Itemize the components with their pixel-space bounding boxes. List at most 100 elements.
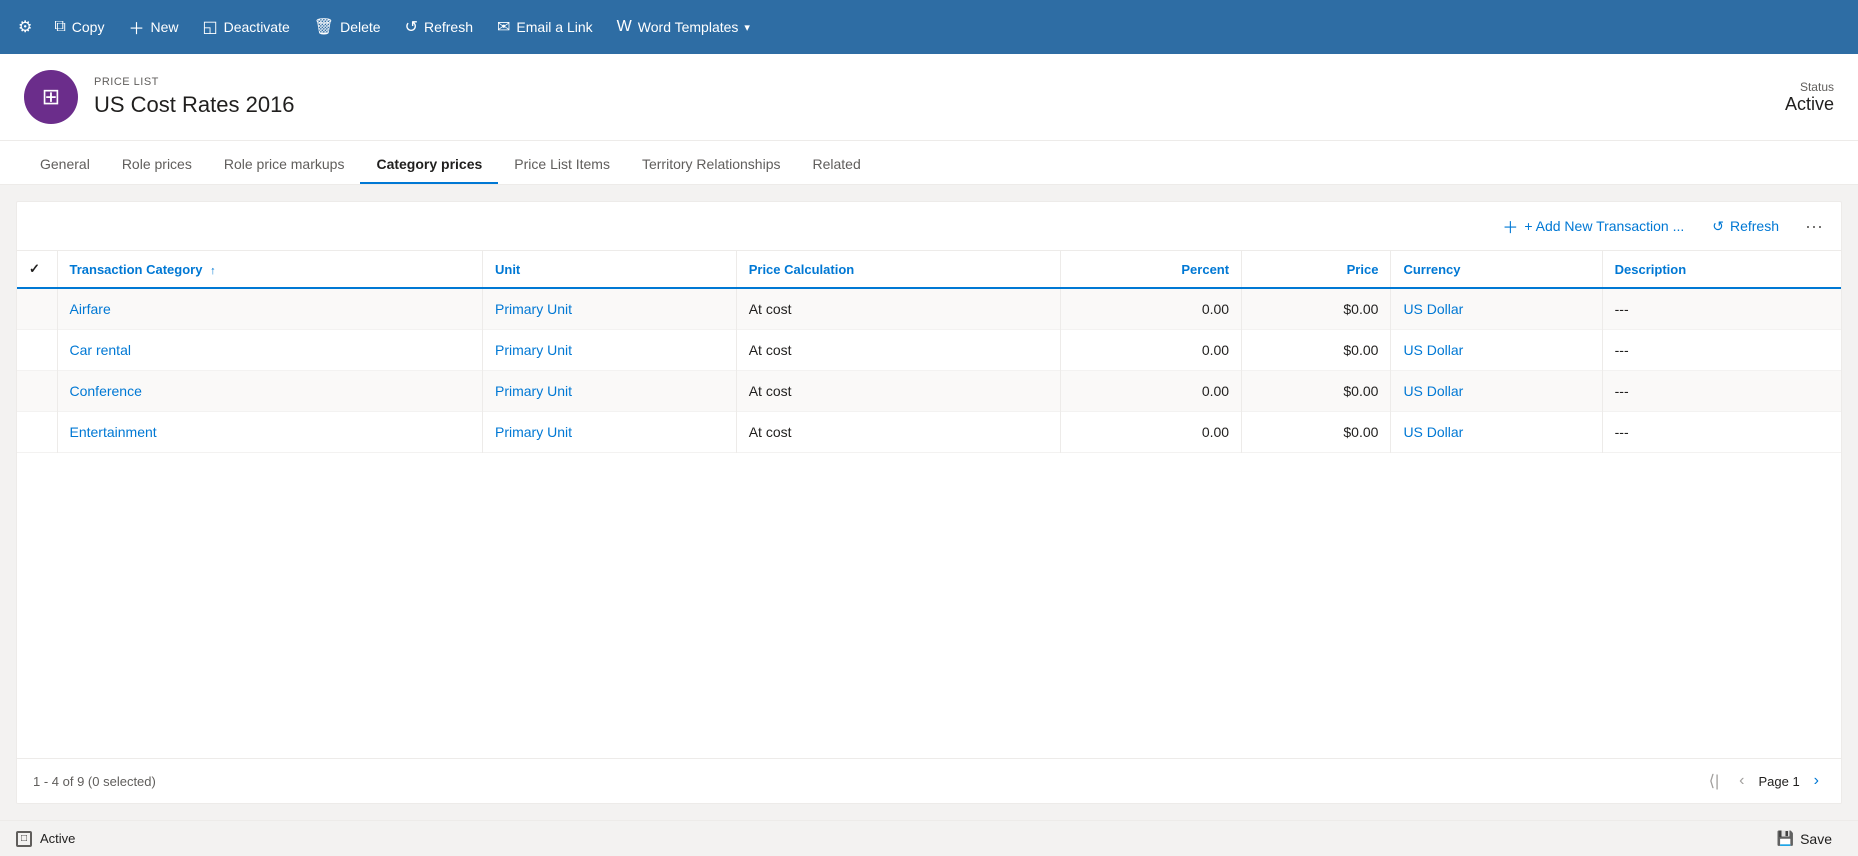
next-page-button[interactable]: › xyxy=(1808,768,1825,794)
status-value: Active xyxy=(1785,94,1834,115)
grid-toolbar: ＋ + Add New Transaction ... ↺ Refresh ··… xyxy=(17,202,1841,251)
data-table: ✓ Transaction Category ↑ Unit Price Calc… xyxy=(17,251,1841,758)
settings-button[interactable]: ⚙ xyxy=(8,11,42,43)
save-label: Save xyxy=(1800,831,1832,847)
row-checkbox[interactable] xyxy=(17,371,57,412)
copy-button[interactable]: ⧉ Copy xyxy=(42,12,116,42)
col-price-calculation[interactable]: Price Calculation xyxy=(736,251,1061,288)
delete-label: Delete xyxy=(340,19,380,35)
grid-footer: 1 - 4 of 9 (0 selected) ⟨| ‹ Page 1 › xyxy=(17,758,1841,803)
row-price: $0.00 xyxy=(1242,330,1391,371)
col-currency[interactable]: Currency xyxy=(1391,251,1602,288)
word-templates-label: Word Templates xyxy=(638,19,739,35)
email-icon: ✉ xyxy=(497,17,510,37)
row-unit[interactable]: Primary Unit xyxy=(482,371,736,412)
record-count: 1 - 4 of 9 (0 selected) xyxy=(33,774,156,789)
tab-role-price-markups[interactable]: Role price markups xyxy=(208,146,361,184)
grid-refresh-button[interactable]: ↺ Refresh xyxy=(1704,214,1787,239)
col-transaction-category[interactable]: Transaction Category ↑ xyxy=(57,251,482,288)
copy-label: Copy xyxy=(72,19,105,35)
deactivate-label: Deactivate xyxy=(224,19,290,35)
new-button[interactable]: ＋ New xyxy=(116,9,190,45)
new-label: New xyxy=(150,19,178,35)
row-description: --- xyxy=(1602,412,1841,453)
main-toolbar: ⚙ ⧉ Copy ＋ New ◱ Deactivate 🗑 Delete ↺ R… xyxy=(0,0,1858,54)
page-label: Page 1 xyxy=(1758,774,1799,789)
deactivate-button[interactable]: ◱ Deactivate xyxy=(191,11,302,43)
settings-icon: ⚙ xyxy=(18,17,32,37)
entity-name: US Cost Rates 2016 xyxy=(94,92,295,118)
pagination: ⟨| ‹ Page 1 › xyxy=(1703,767,1825,795)
row-transaction-category[interactable]: Airfare xyxy=(57,288,482,330)
entity-type: PRICE LIST xyxy=(94,76,295,88)
row-price: $0.00 xyxy=(1242,412,1391,453)
row-price-calculation: At cost xyxy=(736,288,1061,330)
prev-page-button[interactable]: ‹ xyxy=(1733,768,1750,794)
row-transaction-category[interactable]: Entertainment xyxy=(57,412,482,453)
status-bar: □ Active 💾 Save xyxy=(0,820,1858,856)
row-description: --- xyxy=(1602,371,1841,412)
col-price[interactable]: Price xyxy=(1242,251,1391,288)
email-link-label: Email a Link xyxy=(516,19,592,35)
grid-container: ＋ + Add New Transaction ... ↺ Refresh ··… xyxy=(16,201,1842,804)
tab-general[interactable]: General xyxy=(24,146,106,184)
row-unit[interactable]: Primary Unit xyxy=(482,288,736,330)
delete-icon: 🗑 xyxy=(314,17,334,37)
refresh-button[interactable]: ↺ Refresh xyxy=(393,11,485,43)
row-price-calculation: At cost xyxy=(736,412,1061,453)
delete-button[interactable]: 🗑 Delete xyxy=(302,11,393,43)
table-row[interactable]: ConferencePrimary UnitAt cost0.00$0.00US… xyxy=(17,371,1841,412)
table-row[interactable]: EntertainmentPrimary UnitAt cost0.00$0.0… xyxy=(17,412,1841,453)
row-description: --- xyxy=(1602,330,1841,371)
col-unit-label: Unit xyxy=(495,262,520,277)
col-percent[interactable]: Percent xyxy=(1061,251,1242,288)
table-row[interactable]: AirfarePrimary UnitAt cost0.00$0.00US Do… xyxy=(17,288,1841,330)
main-content: ＋ + Add New Transaction ... ↺ Refresh ··… xyxy=(0,185,1858,820)
row-price: $0.00 xyxy=(1242,288,1391,330)
row-checkbox[interactable] xyxy=(17,288,57,330)
row-currency[interactable]: US Dollar xyxy=(1391,330,1602,371)
category-prices-table: ✓ Transaction Category ↑ Unit Price Calc… xyxy=(17,251,1841,453)
col-price-label: Price xyxy=(1347,262,1379,277)
row-checkbox[interactable] xyxy=(17,412,57,453)
email-link-button[interactable]: ✉ Email a Link xyxy=(485,11,605,43)
row-currency[interactable]: US Dollar xyxy=(1391,288,1602,330)
add-new-transaction-button[interactable]: ＋ + Add New Transaction ... xyxy=(1494,210,1692,242)
table-row[interactable]: Car rentalPrimary UnitAt cost0.00$0.00US… xyxy=(17,330,1841,371)
copy-icon: ⧉ xyxy=(54,18,65,36)
row-percent: 0.00 xyxy=(1061,371,1242,412)
row-percent: 0.00 xyxy=(1061,288,1242,330)
tab-territory-relationships[interactable]: Territory Relationships xyxy=(626,146,797,184)
col-unit[interactable]: Unit xyxy=(482,251,736,288)
tabs-bar: GeneralRole pricesRole price markupsCate… xyxy=(0,141,1858,185)
row-unit[interactable]: Primary Unit xyxy=(482,330,736,371)
row-percent: 0.00 xyxy=(1061,412,1242,453)
row-transaction-category[interactable]: Conference xyxy=(57,371,482,412)
tab-category-prices[interactable]: Category prices xyxy=(360,146,498,184)
grid-more-button[interactable]: ··· xyxy=(1799,212,1829,241)
row-price: $0.00 xyxy=(1242,371,1391,412)
col-percent-label: Percent xyxy=(1181,262,1229,277)
save-button[interactable]: 💾 Save xyxy=(1767,826,1842,851)
word-templates-button[interactable]: W Word Templates ▾ xyxy=(605,12,762,42)
tab-related[interactable]: Related xyxy=(796,146,876,184)
row-checkbox[interactable] xyxy=(17,330,57,371)
col-price-calculation-label: Price Calculation xyxy=(749,262,854,277)
row-currency[interactable]: US Dollar xyxy=(1391,412,1602,453)
table-body: AirfarePrimary UnitAt cost0.00$0.00US Do… xyxy=(17,288,1841,453)
tab-role-prices[interactable]: Role prices xyxy=(106,146,208,184)
row-currency[interactable]: US Dollar xyxy=(1391,371,1602,412)
statusbar-status: Active xyxy=(40,831,75,846)
save-icon: 💾 xyxy=(1777,830,1794,847)
refresh-label: Refresh xyxy=(424,19,473,35)
row-unit[interactable]: Primary Unit xyxy=(482,412,736,453)
col-description[interactable]: Description xyxy=(1602,251,1841,288)
tab-price-list-items[interactable]: Price List Items xyxy=(498,146,626,184)
grid-refresh-icon: ↺ xyxy=(1712,218,1724,235)
refresh-icon: ↺ xyxy=(405,17,418,37)
row-transaction-category[interactable]: Car rental xyxy=(57,330,482,371)
select-all-header[interactable]: ✓ xyxy=(17,251,57,288)
first-page-button[interactable]: ⟨| xyxy=(1703,767,1725,795)
more-icon: ··· xyxy=(1805,216,1823,236)
chevron-down-icon: ▾ xyxy=(744,21,750,34)
